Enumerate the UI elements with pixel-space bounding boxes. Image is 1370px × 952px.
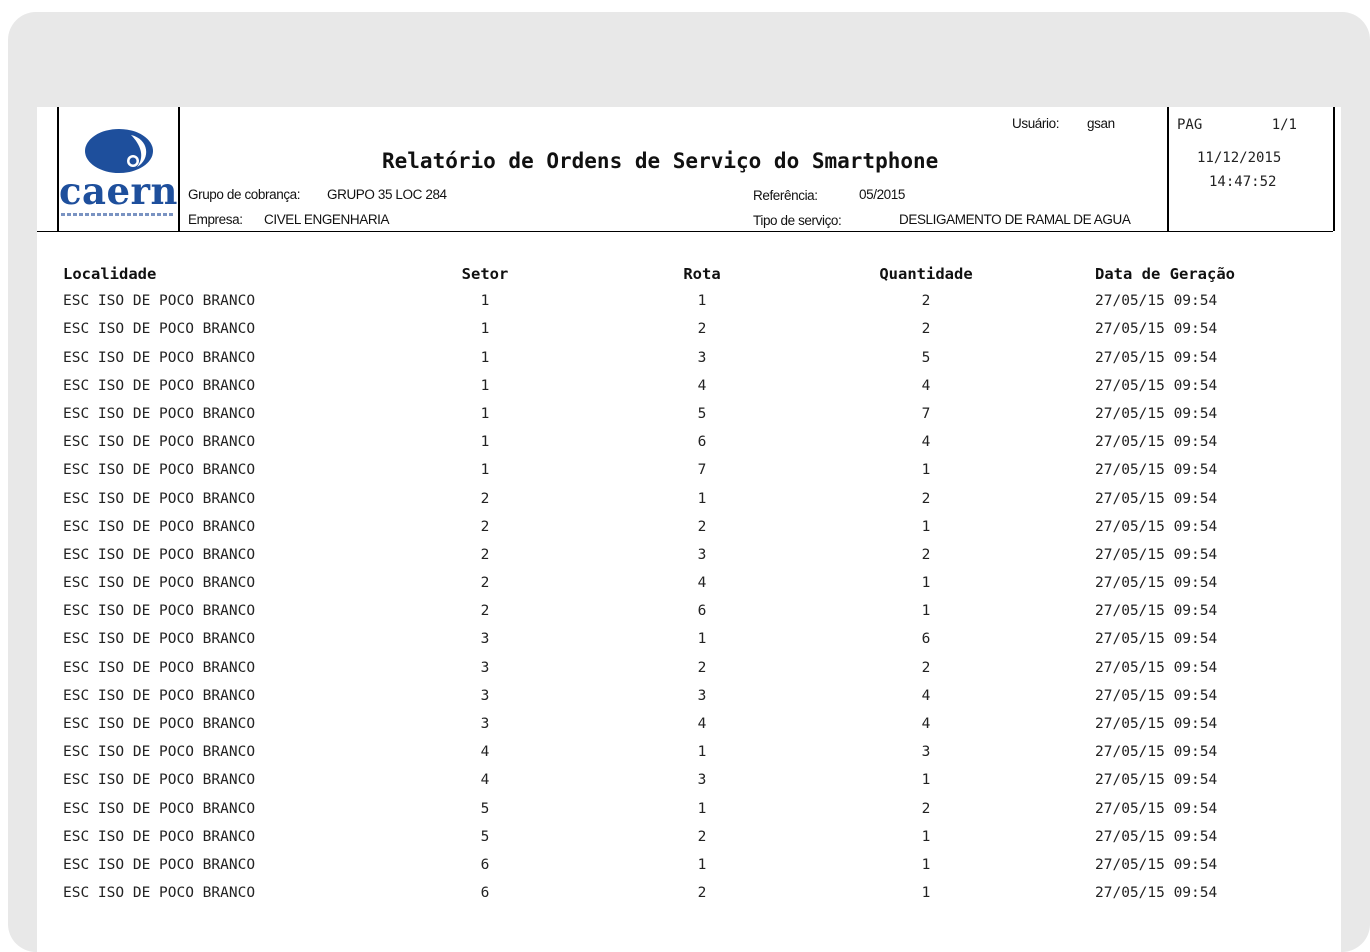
cell-data-geracao: 27/05/15 09:54 xyxy=(1095,405,1218,422)
cell-data-geracao: 27/05/15 09:54 xyxy=(1095,293,1218,310)
header-data-geracao: Data de Geração xyxy=(1095,265,1235,283)
table-row: ESC ISO DE POCO BRANCO 1 6 4 27/05/15 09:54 xyxy=(63,434,1218,451)
table-header-row: Localidade Setor Rota Quantidade Data de… xyxy=(63,265,1235,283)
table-row: ESC ISO DE POCO BRANCO 6 2 1 27/05/15 09:54 xyxy=(63,885,1218,902)
cell-localidade: ESC ISO DE POCO BRANCO xyxy=(63,575,256,592)
cell-localidade: ESC ISO DE POCO BRANCO xyxy=(63,546,256,563)
table-row: ESC ISO DE POCO BRANCO 4 1 3 27/05/15 09:54 xyxy=(63,744,1218,761)
table-row: ESC ISO DE POCO BRANCO 2 3 2 27/05/15 09:54 xyxy=(63,546,1218,563)
table-row: ESC ISO DE POCO BRANCO 1 2 2 27/05/15 09:54 xyxy=(63,321,1218,338)
empresa-value: CIVEL ENGENHARIA xyxy=(264,212,390,227)
table-body: ESC ISO DE POCO BRANCO 1 1 2 27/05/15 09:54 E… xyxy=(37,293,1333,913)
cell-localidade: ESC ISO DE POCO BRANCO xyxy=(63,687,256,704)
table-row: ESC ISO DE POCO BRANCO 3 1 6 27/05/15 09:54 xyxy=(63,631,1218,648)
header-localidade: Localidade xyxy=(63,265,157,283)
cell-localidade: ESC ISO DE POCO BRANCO xyxy=(63,631,256,648)
referencia-value: 05/2015 xyxy=(859,187,905,202)
table-row: ESC ISO DE POCO BRANCO 1 3 5 27/05/15 09:54 xyxy=(63,349,1218,366)
cell-localidade: ESC ISO DE POCO BRANCO xyxy=(63,434,256,451)
table-row: ESC ISO DE POCO BRANCO 1 1 2 27/05/15 09:54 xyxy=(63,293,1218,310)
cell-localidade: ESC ISO DE POCO BRANCO xyxy=(63,518,256,535)
cell-localidade: ESC ISO DE POCO BRANCO xyxy=(63,462,256,479)
cell-data-geracao: 27/05/15 09:54 xyxy=(1095,490,1218,507)
cell-data-geracao: 27/05/15 09:54 xyxy=(1095,546,1218,563)
page-label: PAG xyxy=(1177,117,1203,133)
table-row: ESC ISO DE POCO BRANCO 1 7 1 27/05/15 09:54 xyxy=(63,462,1218,479)
page-number-row: PAG 1/1 xyxy=(1177,117,1297,139)
cell-localidade: ESC ISO DE POCO BRANCO xyxy=(63,405,256,422)
cell-data-geracao: 27/05/15 09:54 xyxy=(1095,575,1218,592)
report-header: caern Relatório de Ordens de Serviço do … xyxy=(37,107,1335,232)
table-row: ESC ISO DE POCO BRANCO 2 1 2 27/05/15 09:54 xyxy=(63,490,1218,507)
cell-localidade: ESC ISO DE POCO BRANCO xyxy=(63,293,256,310)
cell-data-geracao: 27/05/15 09:54 xyxy=(1095,856,1218,873)
report-page: caern Relatório de Ordens de Serviço do … xyxy=(37,107,1341,952)
cell-data-geracao: 27/05/15 09:54 xyxy=(1095,462,1218,479)
empresa-label: Empresa: xyxy=(188,212,243,227)
cell-localidade: ESC ISO DE POCO BRANCO xyxy=(63,377,256,394)
table-row: ESC ISO DE POCO BRANCO 3 2 2 27/05/15 09:54 xyxy=(63,659,1218,676)
referencia-label: Referência: xyxy=(753,188,818,203)
table-row: ESC ISO DE POCO BRANCO 3 4 4 27/05/15 09:54 xyxy=(63,716,1218,732)
cell-localidade: ESC ISO DE POCO BRANCO xyxy=(63,716,256,732)
logo-wordmark: caern xyxy=(59,169,178,213)
cell-data-geracao: 27/05/15 09:54 xyxy=(1095,716,1218,732)
orders-table: Localidade Setor Rota Quantidade Data de… xyxy=(37,265,1333,913)
table-row: ESC ISO DE POCO BRANCO 5 2 1 27/05/15 09:54 xyxy=(63,828,1218,845)
usuario-value: gsan xyxy=(1087,116,1115,131)
cell-localidade: ESC ISO DE POCO BRANCO xyxy=(63,659,256,676)
viewer-frame: caern Relatório de Ordens de Serviço do … xyxy=(8,12,1370,952)
grupo-value: GRUPO 35 LOC 284 xyxy=(327,187,447,202)
header-divider-logo xyxy=(178,107,180,231)
cell-data-geracao: 27/05/15 09:54 xyxy=(1095,744,1218,761)
logo-tagline xyxy=(61,213,175,216)
cell-data-geracao: 27/05/15 09:54 xyxy=(1095,349,1218,366)
cell-localidade: ESC ISO DE POCO BRANCO xyxy=(63,885,256,902)
usuario-label: Usuário: xyxy=(1012,116,1060,131)
header-divider-page xyxy=(1167,107,1169,231)
grupo-label: Grupo de cobrança: xyxy=(188,187,301,202)
cell-localidade: ESC ISO DE POCO BRANCO xyxy=(63,800,256,817)
table-row: ESC ISO DE POCO BRANCO 2 2 1 27/05/15 09:54 xyxy=(63,518,1218,535)
cell-data-geracao: 27/05/15 09:54 xyxy=(1095,772,1218,789)
cell-localidade: ESC ISO DE POCO BRANCO xyxy=(63,744,256,761)
cell-data-geracao: 27/05/15 09:54 xyxy=(1095,518,1218,535)
cell-data-geracao: 27/05/15 09:54 xyxy=(1095,603,1218,620)
report-time: 14:47:52 xyxy=(1209,174,1277,190)
cell-data-geracao: 27/05/15 09:54 xyxy=(1095,885,1218,902)
cell-data-geracao: 27/05/15 09:54 xyxy=(1095,800,1218,817)
tipo-servico-value: DESLIGAMENTO DE RAMAL DE AGUA xyxy=(899,212,1131,227)
report-title: Relatório de Ordens de Serviço do Smartp… xyxy=(382,149,939,173)
table-row: ESC ISO DE POCO BRANCO 1 4 4 27/05/15 09:54 xyxy=(63,377,1218,394)
cell-localidade: ESC ISO DE POCO BRANCO xyxy=(63,772,256,789)
table-row: ESC ISO DE POCO BRANCO 4 3 1 27/05/15 09:54 xyxy=(63,772,1218,789)
cell-data-geracao: 27/05/15 09:54 xyxy=(1095,687,1218,704)
table-row: ESC ISO DE POCO BRANCO 2 4 1 27/05/15 09:54 xyxy=(63,575,1218,592)
table-row: ESC ISO DE POCO BRANCO 6 1 1 27/05/15 09:54 xyxy=(63,856,1218,873)
header-border-right xyxy=(1333,107,1335,231)
cell-data-geracao: 27/05/15 09:54 xyxy=(1095,828,1218,845)
page-info: PAG 1/1 11/12/2015 14:47:52 xyxy=(1177,117,1327,190)
cell-data-geracao: 27/05/15 09:54 xyxy=(1095,659,1218,676)
table-row: ESC ISO DE POCO BRANCO 5 1 2 27/05/15 09:54 xyxy=(63,800,1218,817)
cell-data-geracao: 27/05/15 09:54 xyxy=(1095,434,1218,451)
report-date: 11/12/2015 xyxy=(1197,150,1282,166)
cell-localidade: ESC ISO DE POCO BRANCO xyxy=(63,828,256,845)
cell-localidade: ESC ISO DE POCO BRANCO xyxy=(63,856,256,873)
cell-data-geracao: 27/05/15 09:54 xyxy=(1095,631,1218,648)
cell-data-geracao: 27/05/15 09:54 xyxy=(1095,377,1218,394)
cell-localidade: ESC ISO DE POCO BRANCO xyxy=(63,349,256,366)
table-row: ESC ISO DE POCO BRANCO 3 3 4 27/05/15 09:54 xyxy=(63,687,1218,704)
table-row: ESC ISO DE POCO BRANCO 2 6 1 27/05/15 09:54 xyxy=(63,603,1218,620)
caern-logo: caern xyxy=(59,123,177,225)
page-number: 1/1 xyxy=(1271,117,1297,133)
water-drop-icon xyxy=(85,129,153,173)
tipo-servico-label: Tipo de serviço: xyxy=(753,213,842,228)
table-row: ESC ISO DE POCO BRANCO 1 5 7 27/05/15 09:54 xyxy=(63,405,1218,422)
cell-localidade: ESC ISO DE POCO BRANCO xyxy=(63,490,256,507)
cell-localidade: ESC ISO DE POCO BRANCO xyxy=(63,603,256,620)
cell-localidade: ESC ISO DE POCO BRANCO xyxy=(63,321,256,338)
cell-data-geracao: 27/05/15 09:54 xyxy=(1095,321,1218,338)
